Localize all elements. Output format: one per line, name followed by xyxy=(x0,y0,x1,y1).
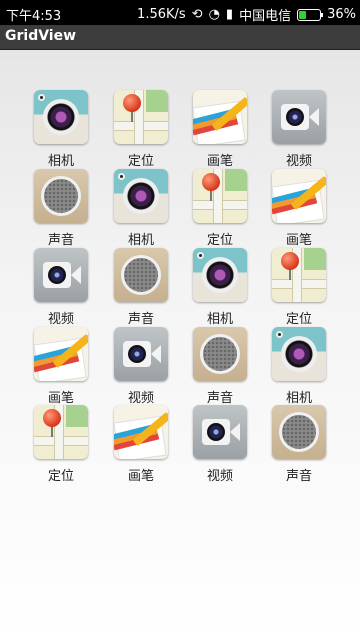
grid-item[interactable]: 相机 xyxy=(264,327,334,406)
grid-item[interactable]: 定位 xyxy=(185,169,255,248)
grid-item-label: 画笔 xyxy=(127,469,154,484)
speaker-icon xyxy=(34,169,88,223)
location-map-icon xyxy=(114,90,168,144)
sync-off-icon: ⟲ xyxy=(191,7,203,22)
grid-item[interactable]: 声音 xyxy=(106,248,176,327)
grid-item-label: 定位 xyxy=(47,469,74,484)
pencil-paint-icon xyxy=(272,169,326,223)
speaker-icon xyxy=(272,405,326,459)
grid-item-label: 视频 xyxy=(285,154,312,169)
signal-icon: ▮ xyxy=(225,7,234,22)
grid-item-label: 相机 xyxy=(127,233,154,248)
video-camera-icon xyxy=(193,405,247,459)
grid-item[interactable]: 相机 xyxy=(106,169,176,248)
speaker-icon xyxy=(114,248,168,302)
app-title: GridView xyxy=(5,28,77,44)
grid-item-label: 声音 xyxy=(127,312,154,327)
video-camera-icon xyxy=(272,90,326,144)
location-map-icon xyxy=(272,248,326,302)
grid-item[interactable]: 画笔 xyxy=(106,405,176,484)
status-time: 下午4:53 xyxy=(6,9,62,24)
battery-percent: 36% xyxy=(327,7,356,22)
wifi-icon: ◔ xyxy=(208,7,220,22)
grid-item[interactable]: 声音 xyxy=(26,169,96,248)
status-right: 1.56K/s ⟲ ◔ ▮ 中国电信 36% xyxy=(131,5,356,24)
pencil-paint-icon xyxy=(34,327,88,381)
grid-item-label: 相机 xyxy=(47,154,74,169)
pencil-paint-icon xyxy=(114,405,168,459)
speaker-icon xyxy=(193,327,247,381)
grid-item[interactable]: 视频 xyxy=(264,90,334,169)
grid-item-label: 相机 xyxy=(285,391,312,406)
grid-item[interactable]: 画笔 xyxy=(26,327,96,406)
camera-icon xyxy=(272,327,326,381)
grid-item[interactable]: 画笔 xyxy=(264,169,334,248)
network-speed: 1.56K/s xyxy=(137,7,186,22)
pencil-paint-icon xyxy=(193,90,247,144)
grid-item-label: 定位 xyxy=(206,233,233,248)
app-bar: GridView xyxy=(0,25,360,50)
grid-item[interactable]: 相机 xyxy=(185,248,255,327)
grid-item-label: 视频 xyxy=(127,391,154,406)
grid-item-label: 定位 xyxy=(127,154,154,169)
grid-item[interactable]: 声音 xyxy=(264,405,334,484)
grid-item-label: 画笔 xyxy=(47,391,74,406)
grid-item-label: 视频 xyxy=(206,469,233,484)
video-camera-icon xyxy=(34,248,88,302)
grid-item-label: 视频 xyxy=(47,312,74,327)
location-map-icon xyxy=(193,169,247,223)
grid-item[interactable]: 相机 xyxy=(26,90,96,169)
grid-item-label: 声音 xyxy=(285,469,312,484)
status-bar: 下午4:53 1.56K/s ⟲ ◔ ▮ 中国电信 36% xyxy=(0,0,360,25)
grid-item[interactable]: 定位 xyxy=(26,405,96,484)
video-camera-icon xyxy=(114,327,168,381)
grid-item[interactable]: 定位 xyxy=(264,248,334,327)
grid-item-label: 画笔 xyxy=(206,154,233,169)
grid-item[interactable]: 定位 xyxy=(106,90,176,169)
carrier-name: 中国电信 xyxy=(239,9,292,24)
camera-icon xyxy=(193,248,247,302)
battery-icon xyxy=(297,8,324,21)
camera-icon xyxy=(114,169,168,223)
grid-item[interactable]: 视频 xyxy=(26,248,96,327)
grid-item[interactable]: 视频 xyxy=(106,327,176,406)
grid-view[interactable]: 相机 定位 画笔 视频 声音 相机 定位 画笔 视频 声音 相机 定位 画笔 视频 声音 相机 定位 画笔 视频 声音 xyxy=(0,50,360,640)
grid-item[interactable]: 声音 xyxy=(185,327,255,406)
grid-item[interactable]: 视频 xyxy=(185,405,255,484)
camera-icon xyxy=(34,90,88,144)
location-map-icon xyxy=(34,405,88,459)
grid-item-label: 声音 xyxy=(206,391,233,406)
grid-item[interactable]: 画笔 xyxy=(185,90,255,169)
grid-item-label: 相机 xyxy=(206,312,233,327)
grid-item-label: 画笔 xyxy=(285,233,312,248)
grid-item-label: 声音 xyxy=(47,233,74,248)
grid-item-label: 定位 xyxy=(285,312,312,327)
